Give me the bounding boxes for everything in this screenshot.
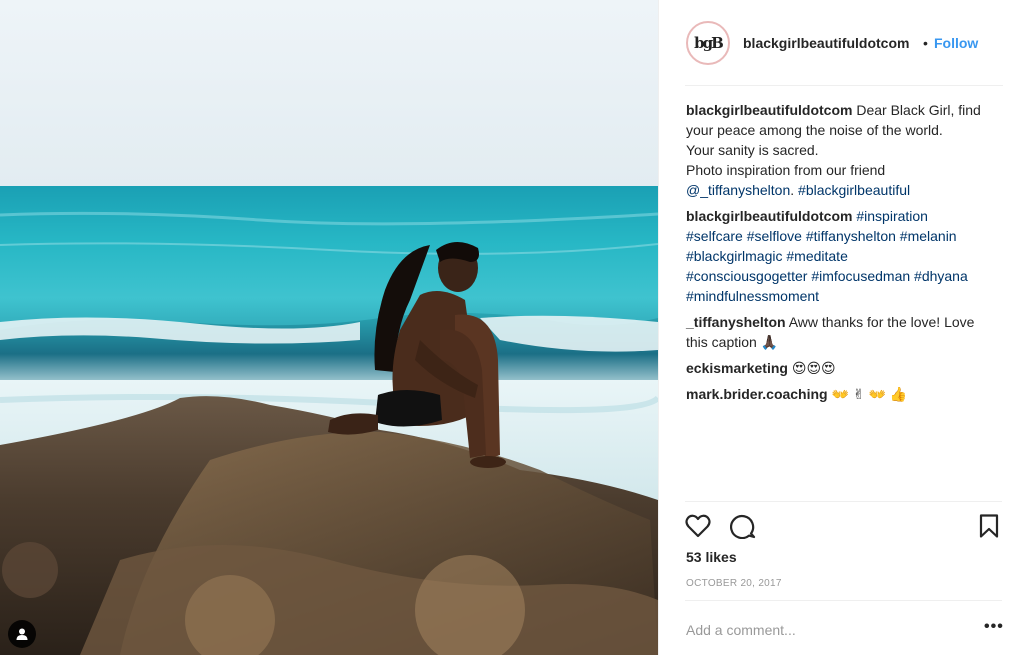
hashtag-link[interactable]: #consciousgogetter	[686, 268, 807, 284]
user-tag-icon[interactable]	[8, 620, 36, 648]
comment-text: Photo inspiration from our friend	[686, 162, 886, 178]
comment-line: your peace among the noise of the world.	[686, 120, 1004, 140]
comment-text: Your sanity is sacred.	[686, 142, 819, 158]
header-divider	[685, 85, 1003, 86]
comment-item: _tiffanyshelton Aww thanks for the love!…	[686, 312, 1004, 352]
comment-line: mark.brider.coaching 👐 ✌ 👐 👍	[686, 384, 1004, 404]
comment-line: Photo inspiration from our friend	[686, 160, 1004, 180]
hashtag-link[interactable]: #inspiration	[856, 208, 928, 224]
hashtag-link[interactable]: #selflove	[747, 228, 802, 244]
avatar[interactable]: bgB	[686, 21, 730, 65]
hashtag-link[interactable]: #melanin	[900, 228, 957, 244]
comment-line: #consciousgogetter #imfocusedman #dhyana	[686, 266, 1004, 286]
hashtag-link[interactable]: #tiffanyshelton	[806, 228, 896, 244]
comment-input[interactable]	[686, 618, 966, 642]
comment-text: 😍😍😍	[791, 360, 836, 376]
comment-line: #mindfulnessmoment	[686, 286, 1004, 306]
comment-username[interactable]: blackgirlbeautifuldotcom	[686, 208, 852, 224]
comment-item: eckismarketing 😍😍😍	[686, 358, 1004, 378]
follow-button[interactable]: Follow	[934, 35, 978, 51]
bookmark-icon[interactable]	[975, 512, 1003, 540]
comment-username[interactable]: _tiffanyshelton	[686, 314, 786, 330]
post-photo[interactable]	[0, 0, 658, 655]
post-details-panel: bgB blackgirlbeautifuldotcom • Follow bl…	[658, 0, 1024, 655]
post-date[interactable]: OCTOBER 20, 2017	[686, 578, 782, 589]
comment-username[interactable]: eckismarketing	[686, 360, 788, 376]
hashtag-link[interactable]: #blackgirlmagic	[686, 248, 782, 264]
actions-divider	[685, 501, 1002, 502]
comment-line: Your sanity is sacred.	[686, 140, 1004, 160]
comment-item: mark.brider.coaching 👐 ✌ 👐 👍	[686, 384, 1004, 404]
hashtag-link[interactable]: #mindfulnessmoment	[686, 288, 819, 304]
comment-text: 👐 ✌ 👐 👍	[831, 386, 908, 402]
comment-item: blackgirlbeautifuldotcom #inspiration #se…	[686, 206, 1004, 306]
comment-username[interactable]: blackgirlbeautifuldotcom	[686, 102, 852, 118]
comment-line: #selfcare #selflove #tiffanyshelton #mel…	[686, 226, 1004, 246]
comment-line: blackgirlbeautifuldotcom Dear Black Girl…	[686, 100, 1004, 120]
avatar-monogram: bgB	[694, 33, 724, 52]
comment-text: Aww thanks for the love! Love	[788, 314, 975, 330]
hashtag-link[interactable]: #blackgirlbeautiful	[798, 182, 910, 198]
hashtag-link[interactable]: @_tiffanyshelton	[686, 182, 790, 198]
comment-text: .	[790, 182, 799, 198]
hashtag-link[interactable]: #imfocusedman	[811, 268, 910, 284]
header-username[interactable]: blackgirlbeautifuldotcom	[743, 35, 909, 51]
comment-line: _tiffanyshelton Aww thanks for the love!…	[686, 312, 1004, 332]
comment-line: eckismarketing 😍😍😍	[686, 358, 1004, 378]
comment-text: Dear Black Girl, find	[856, 102, 981, 118]
comment-username[interactable]: mark.brider.coaching	[686, 386, 828, 402]
comment-divider	[685, 600, 1002, 601]
beach-photo-image	[0, 0, 658, 655]
comment-line: #blackgirlmagic #meditate	[686, 246, 1004, 266]
post-header: bgB blackgirlbeautifuldotcom • Follow	[659, 0, 1024, 86]
comment-line: this caption 🙏🏿	[686, 332, 1004, 352]
comments-list: blackgirlbeautifuldotcom Dear Black Girl…	[686, 100, 1004, 410]
hashtag-link[interactable]: #dhyana	[914, 268, 968, 284]
heart-icon[interactable]	[684, 512, 712, 540]
comment-line: @_tiffanyshelton. #blackgirlbeautiful	[686, 180, 1004, 200]
hashtag-link[interactable]: #meditate	[786, 248, 847, 264]
header-separator: •	[923, 35, 928, 51]
hashtag-link[interactable]: #selfcare	[686, 228, 743, 244]
more-options-button[interactable]: •••	[984, 619, 1004, 638]
likes-count[interactable]: 53 likes	[686, 549, 737, 565]
comment-bubble-icon[interactable]	[729, 512, 757, 540]
comment-item: blackgirlbeautifuldotcom Dear Black Girl…	[686, 100, 1004, 200]
comment-text: your peace among the noise of the world.	[686, 122, 943, 138]
comment-line: blackgirlbeautifuldotcom #inspiration	[686, 206, 1004, 226]
comment-text: this caption 🙏🏿	[686, 334, 779, 350]
